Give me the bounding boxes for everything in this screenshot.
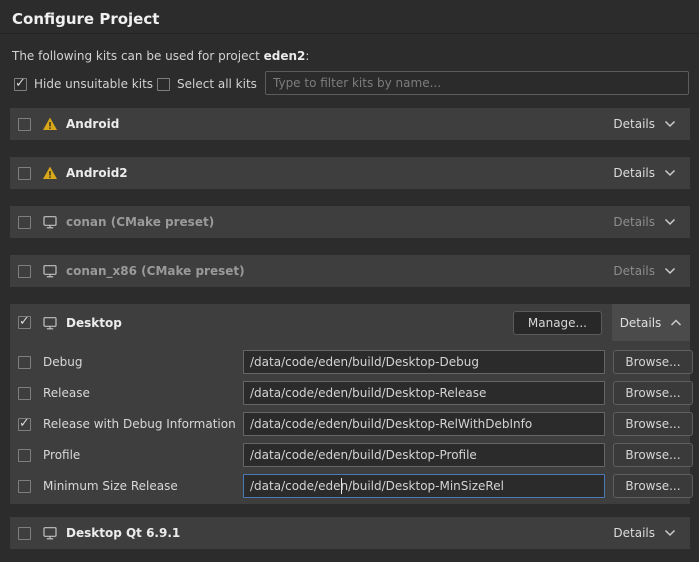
kit-row-android[interactable]: Android Details: [10, 108, 690, 140]
build-path-input[interactable]: [243, 412, 605, 436]
intro-text: The following kits can be used for proje…: [12, 49, 309, 63]
build-path-wrap: [243, 443, 605, 467]
config-checkbox[interactable]: [18, 418, 31, 431]
config-checkbox[interactable]: [18, 480, 31, 493]
project-name: eden2: [264, 49, 306, 63]
desktop-icon: [42, 214, 58, 230]
kit-filter-input[interactable]: [265, 71, 689, 95]
details-button[interactable]: Details: [613, 215, 676, 229]
build-config-row-relwithdebinfo: Release with Debug Information Browse...: [10, 412, 690, 436]
kit-name: Android: [66, 117, 119, 131]
details-label: Details: [620, 316, 662, 330]
details-button[interactable]: Details: [612, 304, 690, 341]
config-label: Profile: [43, 448, 80, 462]
kit-name: Desktop Qt 6.9.1: [66, 526, 180, 540]
chevron-down-icon: [664, 218, 676, 226]
config-label: Minimum Size Release: [43, 479, 178, 493]
kit-name: Android2: [66, 166, 128, 180]
kit-name: conan (CMake preset): [66, 215, 214, 229]
select-all-kits-label: Select all kits: [177, 77, 257, 91]
kit-row-desktop-qt-691[interactable]: Desktop Qt 6.9.1 Details: [10, 517, 690, 549]
warning-icon: [42, 116, 58, 132]
desktop-icon: [42, 525, 58, 541]
kit-checkbox[interactable]: [18, 527, 31, 540]
build-path-input[interactable]: [243, 381, 605, 405]
browse-button[interactable]: Browse...: [613, 350, 693, 374]
config-checkbox[interactable]: [18, 356, 31, 369]
browse-button[interactable]: Browse...: [613, 381, 693, 405]
build-path-wrap: [243, 412, 605, 436]
select-all-kits-checkbox[interactable]: [157, 78, 170, 91]
browse-button[interactable]: Browse...: [613, 474, 693, 498]
build-path-input[interactable]: [243, 474, 605, 498]
details-button[interactable]: Details: [613, 264, 676, 278]
desktop-icon: [42, 263, 58, 279]
config-label: Release: [43, 386, 90, 400]
config-label: Release with Debug Information: [43, 417, 236, 431]
text-caret: [341, 478, 342, 494]
kit-checkbox[interactable]: [18, 216, 31, 229]
details-label: Details: [613, 264, 655, 278]
page-title: Configure Project: [12, 10, 159, 28]
intro-prefix: The following kits can be used for proje…: [12, 49, 264, 63]
build-config-row-release: Release Browse...: [10, 381, 690, 405]
build-config-row-minsizerel: Minimum Size Release Browse...: [10, 474, 690, 498]
desktop-icon: [42, 315, 58, 331]
chevron-down-icon: [664, 169, 676, 177]
select-all-kits-option[interactable]: Select all kits: [157, 77, 257, 91]
chevron-down-icon: [664, 529, 676, 537]
manage-button[interactable]: Manage...: [513, 311, 602, 335]
chevron-up-icon: [670, 319, 682, 327]
kit-name: conan_x86 (CMake preset): [66, 264, 245, 278]
title-separator: [0, 33, 699, 34]
config-label: Debug: [43, 355, 82, 369]
details-label: Details: [613, 526, 655, 540]
build-path-wrap: [243, 474, 605, 498]
build-config-row-profile: Profile Browse...: [10, 443, 690, 467]
details-button[interactable]: Details: [613, 526, 676, 540]
details-label: Details: [613, 215, 655, 229]
kit-row-android2[interactable]: Android2 Details: [10, 157, 690, 189]
kit-section-desktop: Desktop Manage... Details Debug Browse..…: [10, 304, 690, 504]
hide-unsuitable-kits-option[interactable]: Hide unsuitable kits: [14, 77, 153, 91]
details-button[interactable]: Details: [613, 166, 676, 180]
kit-checkbox[interactable]: [18, 265, 31, 278]
hide-unsuitable-kits-label: Hide unsuitable kits: [34, 77, 153, 91]
kit-row-conan-x86[interactable]: conan_x86 (CMake preset) Details: [10, 255, 690, 287]
build-config-row-debug: Debug Browse...: [10, 350, 690, 374]
kit-checkbox[interactable]: [18, 118, 31, 131]
browse-button[interactable]: Browse...: [613, 443, 693, 467]
hide-unsuitable-kits-checkbox[interactable]: [14, 78, 27, 91]
build-path-wrap: [243, 350, 605, 374]
build-path-input[interactable]: [243, 350, 605, 374]
intro-suffix: :: [305, 49, 309, 63]
details-button[interactable]: Details: [613, 117, 676, 131]
kit-name: Desktop: [66, 316, 122, 330]
kit-checkbox[interactable]: [18, 316, 31, 329]
build-path-input[interactable]: [243, 443, 605, 467]
kit-row-desktop[interactable]: Desktop Manage... Details: [10, 304, 690, 341]
kit-row-conan[interactable]: conan (CMake preset) Details: [10, 206, 690, 238]
details-label: Details: [613, 166, 655, 180]
config-checkbox[interactable]: [18, 449, 31, 462]
warning-icon: [42, 165, 58, 181]
browse-button[interactable]: Browse...: [613, 412, 693, 436]
details-label: Details: [613, 117, 655, 131]
chevron-down-icon: [664, 267, 676, 275]
kit-checkbox[interactable]: [18, 167, 31, 180]
chevron-down-icon: [664, 120, 676, 128]
config-checkbox[interactable]: [18, 387, 31, 400]
build-path-wrap: [243, 381, 605, 405]
